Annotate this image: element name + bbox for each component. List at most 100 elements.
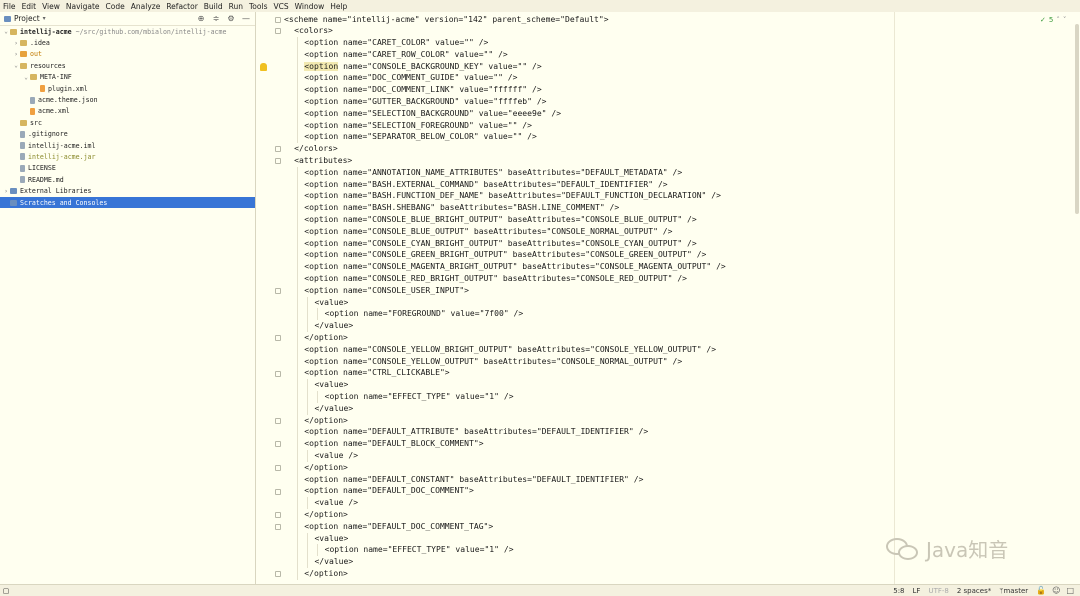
indent-setting[interactable]: 2 spaces* [957, 587, 991, 595]
menu-window[interactable]: Window [295, 2, 325, 11]
indent-guide [297, 426, 299, 439]
indent-guide [297, 414, 299, 427]
tree-item[interactable]: Scratches and Consoles [0, 196, 255, 209]
tree-item[interactable]: ⌄ resources [0, 60, 255, 71]
event-log-icon[interactable]: □ [1066, 586, 1074, 595]
fold-marker-icon[interactable] [275, 512, 281, 519]
indent-guide [297, 84, 299, 97]
tree-item[interactable]: › External Libraries [0, 185, 255, 196]
tree-item[interactable]: src [0, 117, 255, 128]
gear-icon[interactable]: ⚙ [226, 14, 236, 24]
collapsed-arrow-icon[interactable]: › [12, 51, 20, 58]
fold-marker-icon[interactable] [275, 464, 281, 471]
code-text: <value> [314, 297, 349, 307]
menu-vcs[interactable]: VCS [273, 2, 288, 11]
code-text: <value /> [314, 450, 359, 460]
code-text: <option name="GUTTER_BACKGROUND" value="… [304, 97, 547, 107]
tree-item[interactable]: LICENSE [0, 163, 255, 174]
fold-marker-icon[interactable] [275, 488, 281, 495]
fold-marker-icon[interactable] [275, 158, 281, 165]
tree-item-label: resources [30, 61, 66, 70]
chevron-down-icon: ˅ [1062, 16, 1067, 24]
code-text: <option name="CONSOLE_CYAN_BRIGHT_OUTPUT… [304, 238, 697, 248]
menu-run[interactable]: Run [229, 2, 243, 11]
tree-item[interactable]: ⌄ META-INF [0, 72, 255, 83]
tool-windows-icon[interactable]: ▢ [0, 587, 12, 595]
code-text: <option name="SEPARATOR_BELOW_COLOR" val… [304, 132, 537, 142]
indent-guide [297, 355, 299, 368]
tree-item[interactable]: acme.xml [0, 106, 255, 117]
menu-edit[interactable]: Edit [22, 2, 37, 11]
menu-view[interactable]: View [42, 2, 60, 11]
indent-guide [307, 497, 309, 509]
code-text: </value> [314, 403, 354, 413]
collapsed-arrow-icon[interactable]: › [2, 188, 10, 195]
code-text: <option name="DEFAULT_CONSTANT" baseAttr… [304, 474, 644, 484]
editor[interactable]: <scheme name="intellij-acme" version="14… [284, 12, 894, 584]
expanded-arrow-icon[interactable]: ⌄ [2, 28, 10, 35]
fold-marker-icon[interactable] [275, 571, 281, 578]
fold-marker-icon[interactable] [275, 417, 281, 424]
fold-marker-icon[interactable] [275, 335, 281, 342]
project-tree: ⌄ intellij-acme ~/src/github.com/mbialon/i… [0, 26, 255, 209]
tree-item[interactable]: intellij-acme.iml [0, 140, 255, 151]
collapse-all-icon[interactable]: ≑ [211, 14, 221, 24]
fold-marker-icon[interactable] [275, 523, 281, 530]
editor-scrollbar[interactable] [1075, 24, 1079, 214]
code-line: <option name="CARET_ROW_COLOR" value="" … [284, 48, 894, 61]
lightbulb-icon[interactable] [260, 62, 267, 71]
fold-marker-icon[interactable] [275, 287, 281, 294]
menu-analyze[interactable]: Analyze [131, 2, 161, 11]
inspection-widget[interactable]: ✓ 5 ˄ ˅ [1040, 16, 1066, 24]
inspector-icon[interactable]: ☺ [1052, 586, 1060, 595]
code-line: <option name="FOREGROUND" value="7f00" /… [284, 308, 894, 321]
highlighted-tag: <option [304, 61, 339, 71]
locate-file-icon[interactable]: ⊕ [196, 14, 206, 24]
menu-file[interactable]: File [3, 2, 16, 11]
fold-marker-icon[interactable] [275, 28, 281, 35]
menu-code[interactable]: Code [106, 2, 125, 11]
file-encoding[interactable]: UTF-8 [928, 587, 948, 595]
code-line: <value> [284, 379, 894, 391]
menu-help[interactable]: Help [330, 2, 347, 11]
code-text: </value> [314, 321, 354, 331]
tree-item[interactable]: .gitignore [0, 129, 255, 140]
tree-item[interactable]: plugin.xml [0, 83, 255, 94]
tree-item[interactable]: README.md [0, 174, 255, 185]
expanded-arrow-icon[interactable]: ⌄ [22, 74, 30, 81]
editor-empty-area [895, 12, 1080, 584]
indent-guide [307, 379, 309, 391]
git-branch[interactable]: ᛘmaster [999, 587, 1028, 595]
project-tool-window: Project ▾ ⊕ ≑ ⚙ — ⌄ intellij-acme ~/src/gi… [0, 12, 256, 584]
project-view-selector[interactable]: Project ▾ [4, 14, 46, 23]
tree-item[interactable]: intellij-acme.jar [0, 151, 255, 162]
menu-bar: File Edit View Navigate Code Analyze Refactor B… [0, 0, 1080, 12]
indent-guide [297, 343, 299, 356]
fold-marker-icon[interactable] [275, 16, 281, 23]
fold-marker-icon[interactable] [275, 370, 281, 377]
indent-guide [307, 402, 309, 415]
menu-build[interactable]: Build [204, 2, 223, 11]
hide-panel-icon[interactable]: — [241, 14, 251, 24]
caret-position[interactable]: 5:8 [893, 587, 904, 595]
fold-marker-icon[interactable] [275, 146, 281, 153]
code-line: </value> [284, 320, 894, 333]
menu-refactor[interactable]: Refactor [166, 2, 197, 11]
code-text: <option name="CTRL_CLICKABLE"> [304, 368, 450, 378]
indent-guide [297, 544, 299, 557]
fold-marker-icon[interactable] [275, 441, 281, 448]
tree-item[interactable]: ⌄ intellij-acme ~/src/github.com/mbialon/i… [0, 26, 255, 37]
lock-icon[interactable]: 🔓 [1036, 586, 1046, 595]
menu-navigate[interactable]: Navigate [66, 2, 100, 11]
expanded-arrow-icon[interactable]: ⌄ [12, 62, 20, 69]
file-icon [20, 130, 25, 138]
collapsed-arrow-icon[interactable]: › [12, 40, 20, 47]
tree-item[interactable]: › out [0, 49, 255, 60]
indent-guide [317, 544, 319, 557]
menu-tools[interactable]: Tools [249, 2, 267, 11]
tree-item[interactable]: › .idea [0, 37, 255, 48]
code-text: <colors> [294, 26, 333, 36]
folder-icon [20, 119, 27, 126]
line-separator[interactable]: LF [913, 587, 921, 595]
tree-item[interactable]: acme.theme.json [0, 94, 255, 105]
